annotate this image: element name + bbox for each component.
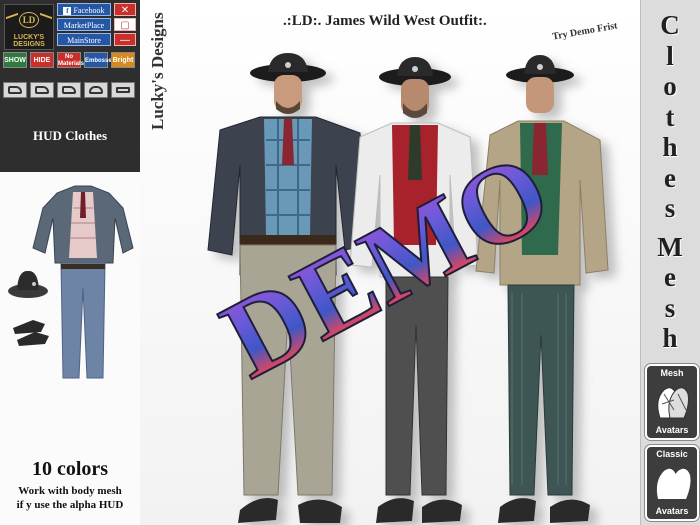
classic-avatar-heads-icon [656,468,691,499]
classic-avatars-badge: Classic Avatars [645,445,699,521]
mesh-avatar-heads-icon [657,387,689,419]
clothes-mesh-vertical-text: C l o t h e s M e s h [657,10,683,353]
demo-watermark-text: DEMO [204,129,570,402]
mesh-avatars-badge: Mesh Avatars [645,364,699,440]
demo-watermark: DEMO [203,128,571,403]
